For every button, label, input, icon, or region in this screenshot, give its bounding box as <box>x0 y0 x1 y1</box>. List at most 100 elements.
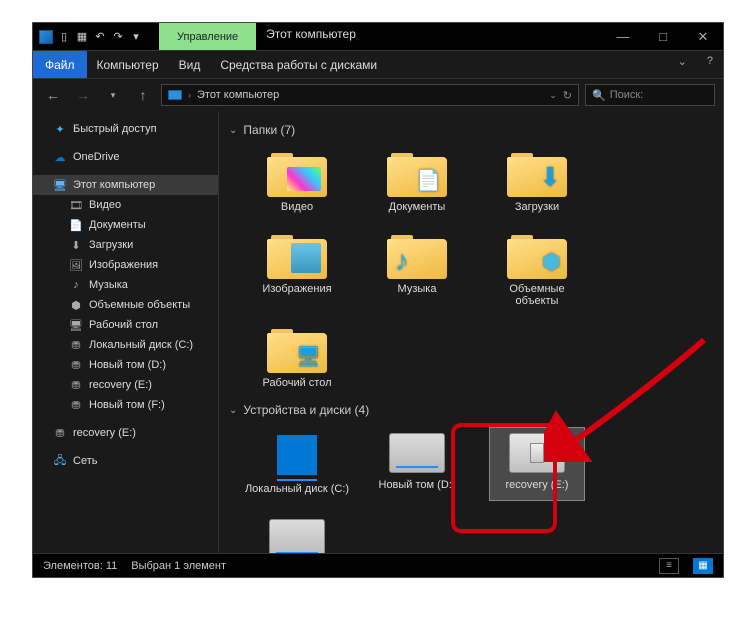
maximize-button[interactable]: □ <box>643 23 683 50</box>
windows-drive-icon <box>271 433 323 477</box>
chevron-down-icon: ⌄ <box>229 405 237 416</box>
picture-icon: 🖼 <box>69 258 83 272</box>
window-title: Этот компьютер <box>256 23 603 50</box>
sidebar-this-pc[interactable]: 🖥 Этот компьютер <box>33 175 218 195</box>
video-icon: 🎞 <box>69 198 83 212</box>
drive-icon <box>269 519 325 553</box>
selection-count: Выбран 1 элемент <box>131 560 226 572</box>
cube-overlay-icon: ⬢ <box>542 249 561 275</box>
address-field[interactable]: › Этот компьютер ⌄ ↻ <box>161 84 579 106</box>
cloud-icon: ☁ <box>53 150 67 164</box>
drive-new-f[interactable]: Новый том (F:) <box>249 513 345 553</box>
content-pane: ⌄ Папки (7) Видео 📄 Документы ⬇ Загрузки <box>219 111 723 553</box>
close-button[interactable]: ✕ <box>683 23 723 50</box>
search-field[interactable]: 🔍 Поиск: <box>585 84 715 106</box>
folder-music[interactable]: ♪ Музыка <box>369 229 465 311</box>
network-icon: 🖧 <box>53 454 67 468</box>
sidebar-onedrive[interactable]: ☁ OneDrive <box>33 147 218 167</box>
ribbon-collapse-icon[interactable]: ⌄ <box>668 51 697 78</box>
up-button[interactable]: ↑ <box>131 83 155 107</box>
sidebar: ✦ Быстрый доступ ☁ OneDrive 🖥 Этот компь… <box>33 111 219 553</box>
folders-header[interactable]: ⌄ Папки (7) <box>229 117 713 143</box>
folder-video[interactable]: Видео <box>249 147 345 217</box>
recent-dropdown[interactable]: ▾ <box>101 83 125 107</box>
video-overlay-icon <box>287 167 321 191</box>
sidebar-video[interactable]: 🎞 Видео <box>33 195 218 215</box>
sidebar-desktop[interactable]: 🖥 Рабочий стол <box>33 315 218 335</box>
drive-local-c[interactable]: Локальный диск (C:) <box>249 427 345 501</box>
drive-recovery-e[interactable]: recovery (E:) <box>489 427 585 501</box>
tab-context-manage[interactable]: Управление <box>159 23 256 50</box>
drive-icon: ⛃ <box>53 426 67 440</box>
sidebar-new-volume-f[interactable]: ⛃ Новый том (F:) <box>33 395 218 415</box>
titlebar: ▯ ▦ ↶ ↷ ▾ Управление Этот компьютер — □ … <box>33 23 723 51</box>
search-icon: 🔍 <box>592 89 606 102</box>
sidebar-downloads[interactable]: ⬇ Загрузки <box>33 235 218 255</box>
refresh-icon[interactable]: ↻ <box>563 89 572 102</box>
ribbon-computer-tab[interactable]: Компьютер <box>87 51 169 78</box>
drives-header[interactable]: ⌄ Устройства и диски (4) <box>229 397 713 423</box>
qat-undo-icon[interactable]: ↶ <box>93 30 107 44</box>
sidebar-local-disk-c[interactable]: ⛃ Локальный диск (C:) <box>33 335 218 355</box>
pc-icon: 🖥 <box>53 178 67 192</box>
drive-icon: ⛃ <box>69 338 83 352</box>
drive-new-d[interactable]: Новый том (D:) <box>369 427 465 501</box>
desktop-icon: 🖥 <box>69 318 83 332</box>
star-icon: ✦ <box>53 122 67 136</box>
forward-button[interactable]: → <box>71 83 95 107</box>
minimize-button[interactable]: — <box>603 23 643 50</box>
drives-grid: Локальный диск (C:) Новый том (D:) recov… <box>229 423 713 553</box>
sidebar-recovery-e[interactable]: ⛃ recovery (E:) <box>33 375 218 395</box>
sidebar-new-volume-d[interactable]: ⛃ Новый том (D:) <box>33 355 218 375</box>
address-text: Этот компьютер <box>197 89 279 101</box>
cube-icon: ⬢ <box>69 298 83 312</box>
sidebar-pictures[interactable]: 🖼 Изображения <box>33 255 218 275</box>
sidebar-documents[interactable]: 📄 Документы <box>33 215 218 235</box>
drive-icon <box>389 433 445 473</box>
ribbon-view-tab[interactable]: Вид <box>169 51 211 78</box>
qat: ▯ ▦ ↶ ↷ ▾ <box>33 23 149 50</box>
recovery-drive-icon <box>509 433 565 473</box>
ribbon-help-icon[interactable]: ? <box>697 51 723 78</box>
music-overlay-icon: ♪ <box>395 245 409 277</box>
doc-overlay-icon: 📄 <box>416 168 441 193</box>
qat-chevron-icon[interactable]: ▾ <box>129 30 143 44</box>
folder-desktop[interactable]: 🖥 Рабочий стол <box>249 323 345 393</box>
pc-icon <box>168 90 182 100</box>
drive-icon: ⛃ <box>69 358 83 372</box>
folder-pictures[interactable]: Изображения <box>249 229 345 311</box>
sidebar-3d-objects[interactable]: ⬢ Объемные объекты <box>33 295 218 315</box>
document-icon: 📄 <box>69 218 83 232</box>
sidebar-recovery-e-ext[interactable]: ⛃ recovery (E:) <box>33 423 218 443</box>
explorer-window: ▯ ▦ ↶ ↷ ▾ Управление Этот компьютер — □ … <box>32 22 724 578</box>
folder-downloads[interactable]: ⬇ Загрузки <box>489 147 585 217</box>
ribbon-drive-tools-tab[interactable]: Средства работы с дисками <box>210 51 387 78</box>
search-placeholder: Поиск: <box>610 89 644 101</box>
qat-redo-icon[interactable]: ↷ <box>111 30 125 44</box>
folder-3d-objects[interactable]: ⬢ Объемные объекты <box>489 229 585 311</box>
folders-grid: Видео 📄 Документы ⬇ Загрузки Изображения… <box>229 143 713 397</box>
picture-overlay-icon <box>291 243 321 273</box>
download-overlay-icon: ⬇ <box>539 162 561 193</box>
drive-icon: ⛃ <box>69 378 83 392</box>
app-icon <box>39 30 53 44</box>
ribbon: Файл Компьютер Вид Средства работы с дис… <box>33 51 723 79</box>
qat-props-icon[interactable]: ▯ <box>57 30 71 44</box>
download-icon: ⬇ <box>69 238 83 252</box>
sidebar-network[interactable]: 🖧 Сеть <box>33 451 218 471</box>
qat-new-icon[interactable]: ▦ <box>75 30 89 44</box>
status-bar: Элементов: 11 Выбран 1 элемент ≡ ▦ <box>33 553 723 577</box>
view-details-button[interactable]: ≡ <box>659 558 679 574</box>
folder-documents[interactable]: 📄 Документы <box>369 147 465 217</box>
back-button[interactable]: ← <box>41 83 65 107</box>
music-icon: ♪ <box>69 278 83 292</box>
view-tiles-button[interactable]: ▦ <box>693 558 713 574</box>
address-bar: ← → ▾ ↑ › Этот компьютер ⌄ ↻ 🔍 Поиск: <box>33 79 723 111</box>
item-count: Элементов: 11 <box>43 560 117 572</box>
ribbon-file-tab[interactable]: Файл <box>33 51 87 78</box>
sidebar-quick-access[interactable]: ✦ Быстрый доступ <box>33 119 218 139</box>
drive-icon: ⛃ <box>69 398 83 412</box>
desktop-overlay-icon: 🖥 <box>296 344 321 369</box>
sidebar-music[interactable]: ♪ Музыка <box>33 275 218 295</box>
chevron-down-icon: ⌄ <box>229 125 237 136</box>
